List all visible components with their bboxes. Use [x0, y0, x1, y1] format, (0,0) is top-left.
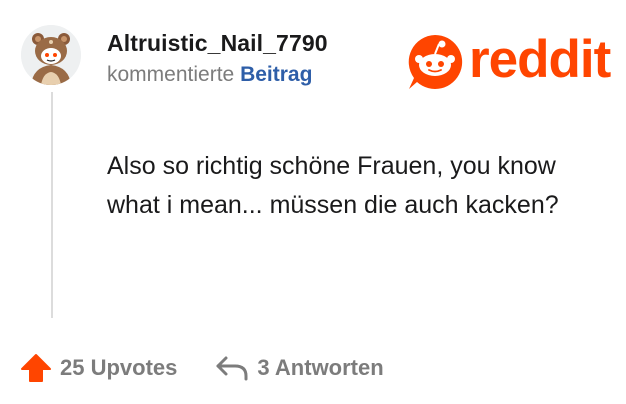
username[interactable]: Altruistic_Nail_7790	[107, 30, 328, 57]
post-link[interactable]: Beitrag	[240, 63, 312, 86]
thread-line	[51, 92, 53, 318]
upvote-arrow-icon	[21, 354, 51, 382]
reddit-wordmark: reddit	[469, 29, 611, 89]
reddit-snoo-icon	[408, 34, 463, 89]
reddit-logo[interactable]: reddit	[405, 29, 611, 92]
upvote-count: 25 Upvotes	[60, 355, 178, 380]
comment-body: Also so richtig schöne Frauen, you know …	[107, 152, 559, 219]
replies-count: 3 Antworten	[257, 355, 384, 380]
avatar[interactable]	[21, 25, 81, 85]
avatar-bear-icon	[21, 25, 81, 85]
replies-button[interactable]: 3 Antworten	[215, 354, 384, 382]
upvote-button[interactable]: 25 Upvotes	[20, 352, 177, 384]
comment-footer: 25 Upvotes 3 Antworten	[20, 350, 384, 386]
comment-meta: kommentierte Beitrag	[107, 63, 312, 87]
meta-action: kommentierte	[107, 63, 235, 86]
reply-arrow-icon	[216, 356, 248, 381]
